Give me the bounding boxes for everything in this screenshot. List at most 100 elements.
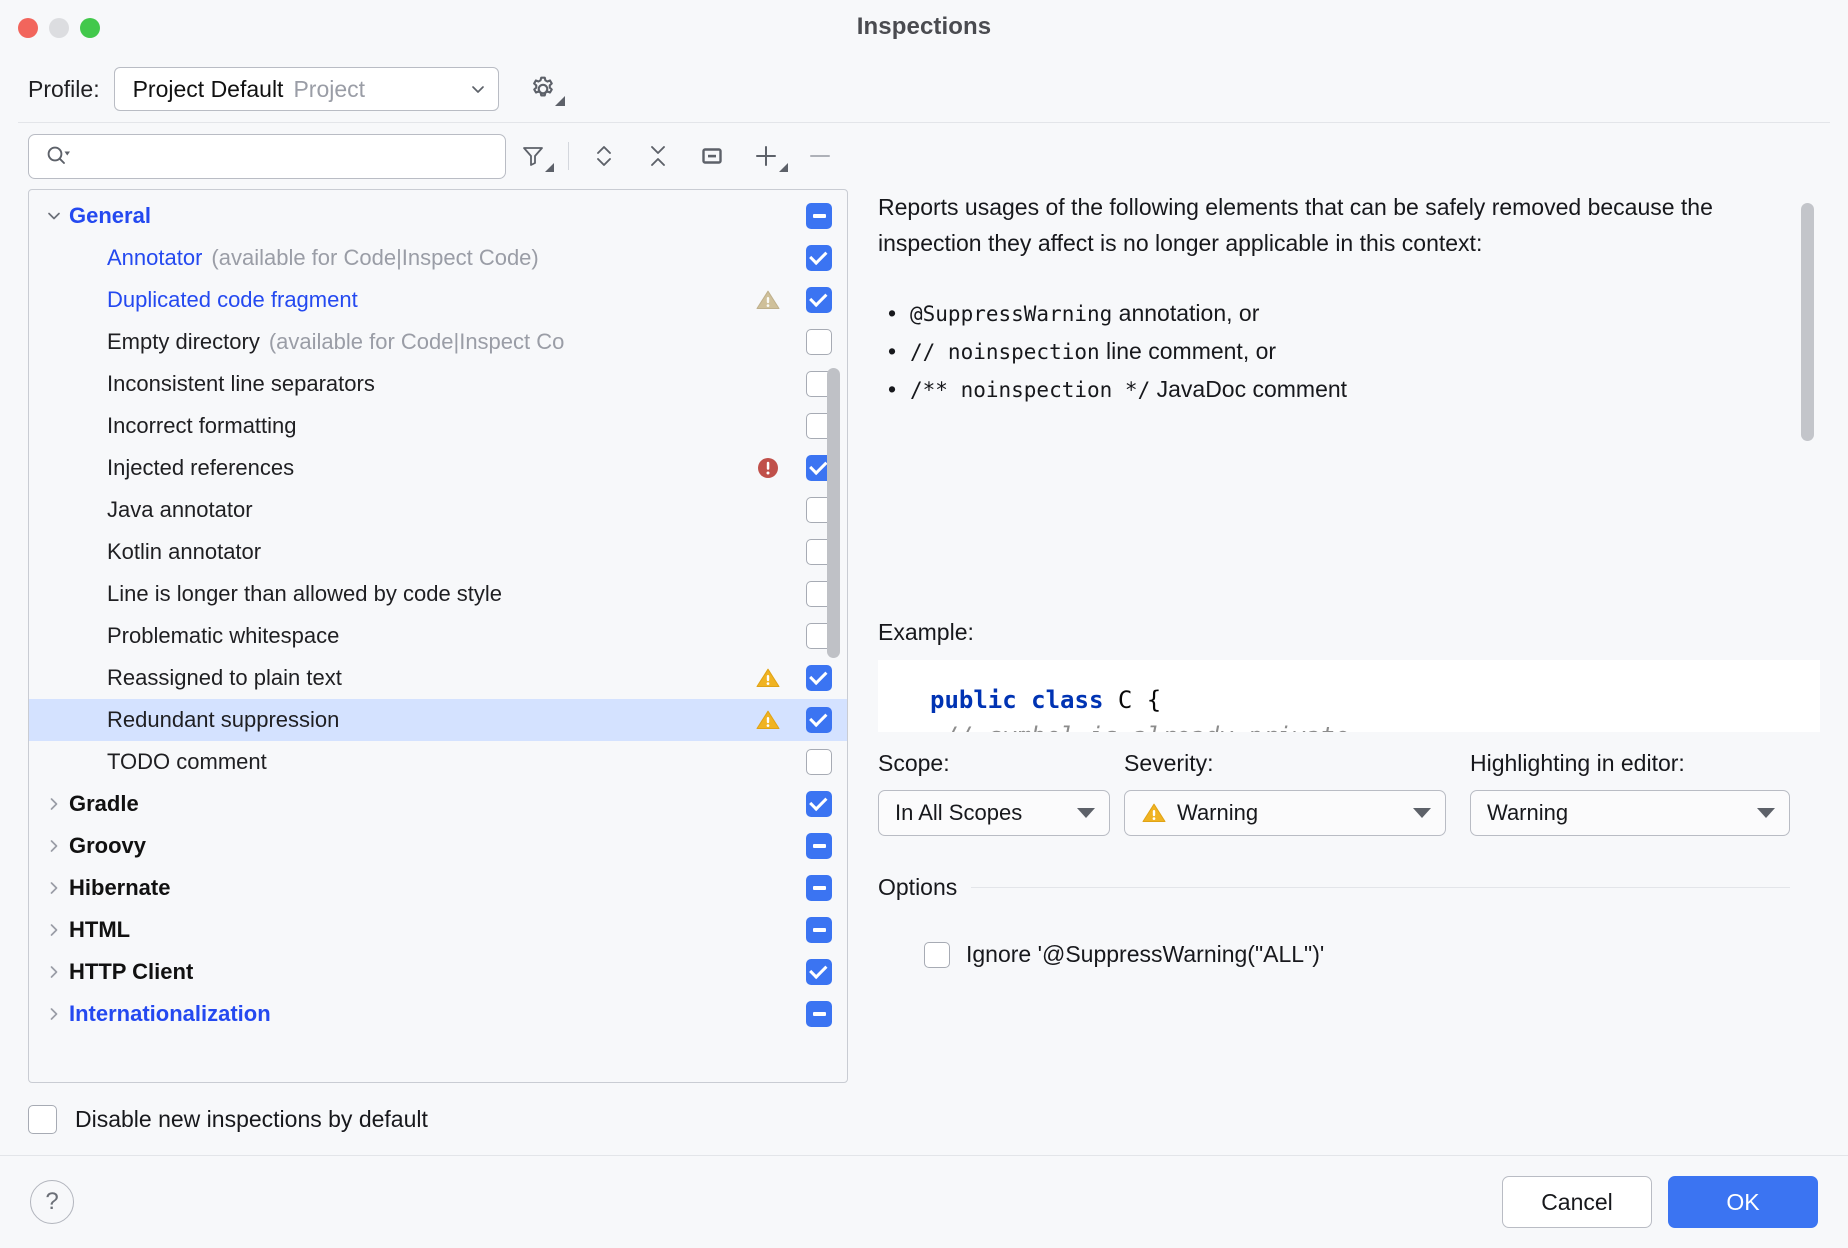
profile-dropdown[interactable]: Project Default Project bbox=[113, 67, 499, 111]
description-scrollbar[interactable] bbox=[1801, 203, 1814, 441]
search-input[interactable] bbox=[79, 133, 505, 179]
highlighting-dropdown[interactable]: Warning bbox=[1470, 790, 1790, 836]
tree-row-kotlin-annotator[interactable]: Kotlin annotator bbox=[29, 531, 847, 573]
tree-row-text: Redundant suppression bbox=[107, 707, 751, 733]
option-checkbox[interactable] bbox=[924, 941, 950, 968]
show-only-enabled-button[interactable] bbox=[685, 131, 739, 181]
tree-row-checkbox-cell bbox=[791, 665, 847, 691]
tree-row-reassigned-to-plain-text[interactable]: Reassigned to plain text bbox=[29, 657, 847, 699]
tree-row-checkbox[interactable] bbox=[806, 245, 832, 271]
chevron-right-icon[interactable] bbox=[39, 963, 69, 981]
tree-row-inconsistent-line-separators[interactable]: Inconsistent line separators bbox=[29, 363, 847, 405]
tree-row-groovy[interactable]: Groovy bbox=[29, 825, 847, 867]
tree-row-checkbox[interactable] bbox=[806, 707, 832, 733]
search-icon[interactable] bbox=[45, 145, 71, 167]
chevron-right-icon[interactable] bbox=[39, 795, 69, 813]
tree-row-label: Problematic whitespace bbox=[107, 623, 340, 648]
add-button[interactable] bbox=[739, 131, 793, 181]
description-text: Reports usages of the following elements… bbox=[878, 189, 1820, 409]
warning-triangle-icon[interactable] bbox=[751, 288, 785, 312]
scope-dropdown[interactable]: In All Scopes bbox=[878, 790, 1110, 836]
option-ignore-suppress-all[interactable]: Ignore '@SuppressWarning("ALL")' bbox=[924, 941, 1820, 968]
filter-button[interactable] bbox=[506, 131, 560, 181]
tree-row-internationalization[interactable]: Internationalization bbox=[29, 993, 847, 1035]
dropdown-marker-icon bbox=[779, 163, 788, 172]
tree-row-injected-references[interactable]: Injected references bbox=[29, 447, 847, 489]
tree-row-empty-directory[interactable]: Empty directory (available for Code|Inspe… bbox=[29, 321, 847, 363]
chevron-down-icon[interactable] bbox=[39, 207, 69, 225]
tree-row-checkbox[interactable] bbox=[806, 665, 832, 691]
tree-row-gradle[interactable]: Gradle bbox=[29, 783, 847, 825]
tree-row-label: Gradle bbox=[69, 791, 139, 816]
tree-row-java-annotator[interactable]: Java annotator bbox=[29, 489, 847, 531]
code-comment: // symbol is already private, bbox=[930, 722, 1363, 732]
tree-row-hibernate[interactable]: Hibernate bbox=[29, 867, 847, 909]
tree-row-checkbox[interactable] bbox=[806, 959, 832, 985]
remove-button[interactable] bbox=[793, 131, 847, 181]
tree-row-label: Inconsistent line separators bbox=[107, 371, 375, 396]
warning-triangle-icon[interactable] bbox=[751, 708, 785, 732]
tree-scrollbar[interactable] bbox=[827, 368, 840, 658]
tree-row-checkbox[interactable] bbox=[806, 791, 832, 817]
options-header: Options bbox=[878, 874, 1820, 901]
profile-settings-button[interactable] bbox=[519, 67, 567, 111]
tree-row-checkbox[interactable] bbox=[806, 1001, 832, 1027]
tree-row-problematic-whitespace[interactable]: Problematic whitespace bbox=[29, 615, 847, 657]
expand-all-button[interactable] bbox=[577, 131, 631, 181]
disable-new-inspections-row[interactable]: Disable new inspections by default bbox=[0, 1083, 1848, 1155]
tree-row-incorrect-formatting[interactable]: Incorrect formatting bbox=[29, 405, 847, 447]
tree-row-label: HTML bbox=[69, 917, 131, 942]
chevron-right-icon[interactable] bbox=[39, 1005, 69, 1023]
tree-row-suffix: (available for Code|Inspect Co bbox=[268, 329, 565, 354]
question-mark-icon: ? bbox=[45, 1188, 59, 1215]
ok-button[interactable]: OK bbox=[1668, 1176, 1818, 1228]
tree-row-label: HTTP Client bbox=[69, 959, 194, 984]
code-keyword: public class bbox=[930, 686, 1104, 714]
chevron-right-icon[interactable] bbox=[39, 837, 69, 855]
tree-row-checkbox[interactable] bbox=[806, 329, 832, 355]
tree-row-text: Groovy bbox=[69, 833, 751, 859]
inspection-details-pane: Reports usages of the following elements… bbox=[848, 189, 1820, 1083]
tree-row-text: Incorrect formatting bbox=[107, 413, 751, 439]
highlighting-field: Highlighting in editor: Warning bbox=[1470, 750, 1820, 836]
tree-row-checkbox[interactable] bbox=[806, 917, 832, 943]
tree-row-html[interactable]: HTML bbox=[29, 909, 847, 951]
tree-row-text: HTTP Client bbox=[69, 959, 751, 985]
tree-row-checkbox[interactable] bbox=[806, 287, 832, 313]
help-button[interactable]: ? bbox=[30, 1180, 74, 1224]
tree-row-checkbox[interactable] bbox=[806, 203, 832, 229]
collapse-all-button[interactable] bbox=[631, 131, 685, 181]
tree-row-http-client[interactable]: HTTP Client bbox=[29, 951, 847, 993]
chevron-down-icon bbox=[470, 81, 486, 97]
tree-row-todo-comment[interactable]: TODO comment bbox=[29, 741, 847, 783]
chevron-right-icon[interactable] bbox=[39, 879, 69, 897]
tree-row-redundant-suppression[interactable]: Redundant suppression bbox=[29, 699, 847, 741]
tree-row-duplicated-code-fragment[interactable]: Duplicated code fragment bbox=[29, 279, 847, 321]
add-icon bbox=[752, 142, 780, 170]
cancel-button[interactable]: Cancel bbox=[1502, 1176, 1652, 1228]
severity-value: Warning bbox=[1177, 800, 1259, 825]
tree-row-checkbox-cell bbox=[791, 959, 847, 985]
search-box[interactable] bbox=[28, 133, 506, 179]
disable-new-inspections-checkbox[interactable] bbox=[28, 1104, 57, 1134]
error-circle-icon[interactable] bbox=[751, 455, 785, 481]
tree-row-text: General bbox=[69, 203, 751, 229]
chevron-right-icon[interactable] bbox=[39, 921, 69, 939]
tree-row-checkbox[interactable] bbox=[806, 875, 832, 901]
tree-row-suffix: (available for Code|Inspect Code) bbox=[211, 245, 539, 270]
tree-row-label: Line is longer than allowed by code styl… bbox=[107, 581, 503, 606]
tree-row-text: Problematic whitespace bbox=[107, 623, 751, 649]
tree-row-label: Groovy bbox=[69, 833, 147, 858]
tree-row-general[interactable]: General bbox=[29, 195, 847, 237]
tree-row-annotator[interactable]: Annotator (available for Code|Inspect Cod… bbox=[29, 237, 847, 279]
tree-row-text: Line is longer than allowed by code styl… bbox=[107, 581, 751, 607]
tree-row-label: General bbox=[69, 203, 151, 228]
tree-row-line-is-longer-than-allowed-by-code-style[interactable]: Line is longer than allowed by code styl… bbox=[29, 573, 847, 615]
tree-row-checkbox[interactable] bbox=[806, 833, 832, 859]
warning-triangle-icon[interactable] bbox=[751, 666, 785, 690]
severity-dropdown[interactable]: Warning bbox=[1124, 790, 1446, 836]
inspections-tree[interactable]: General Annotator (available for Code|Insp… bbox=[28, 189, 848, 1083]
tree-row-checkbox-cell bbox=[791, 917, 847, 943]
tree-row-label: Incorrect formatting bbox=[107, 413, 297, 438]
tree-row-checkbox[interactable] bbox=[806, 749, 832, 775]
